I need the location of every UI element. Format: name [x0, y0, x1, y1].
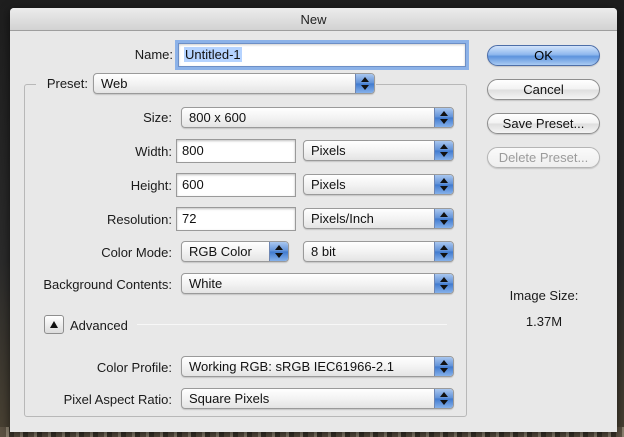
height-unit-value: Pixels [311, 177, 346, 192]
pixel-aspect-ratio-select[interactable]: Square Pixels [181, 388, 454, 409]
background-contents-label: Background Contents: [43, 277, 172, 292]
bit-depth-select[interactable]: 8 bit [303, 241, 454, 262]
chevron-updown-icon [434, 274, 453, 293]
color-profile-value: Working RGB: sRGB IEC61966-2.1 [189, 359, 394, 374]
delete-preset-button[interactable]: Delete Preset... [487, 147, 600, 168]
bit-depth-value: 8 bit [311, 244, 336, 259]
new-document-dialog: New Name: Untitled-1 Preset: Web Size: 8… [10, 8, 617, 432]
resolution-label: Resolution: [106, 212, 172, 227]
resolution-unit-select[interactable]: Pixels/Inch [303, 208, 454, 229]
background-contents-value: White [189, 276, 223, 291]
image-size-label: Image Size: [509, 288, 579, 303]
size-label: Size: [143, 110, 172, 125]
color-mode-select[interactable]: RGB Color [181, 241, 289, 262]
color-profile-label: Color Profile: [96, 360, 172, 375]
size-select-value: 800 x 600 [189, 110, 247, 125]
color-mode-label: Color Mode: [101, 245, 172, 260]
name-field[interactable]: Untitled-1 [178, 43, 466, 67]
background-contents-select[interactable]: White [181, 273, 454, 294]
name-field-value: Untitled-1 [184, 47, 242, 62]
ok-button[interactable]: OK [487, 45, 600, 66]
save-preset-button[interactable]: Save Preset... [487, 113, 600, 134]
chevron-updown-icon [434, 389, 453, 408]
chevron-updown-icon [434, 209, 453, 228]
width-unit-value: Pixels [311, 143, 346, 158]
cancel-button[interactable]: Cancel [487, 79, 600, 100]
color-mode-value: RGB Color [189, 244, 252, 259]
preset-select[interactable]: Web [93, 73, 375, 94]
advanced-divider [137, 324, 447, 325]
resolution-unit-value: Pixels/Inch [311, 211, 374, 226]
height-field[interactable]: 600 [176, 173, 296, 197]
resolution-field[interactable]: 72 [176, 207, 296, 231]
pixel-aspect-ratio-label: Pixel Aspect Ratio: [63, 392, 172, 407]
color-profile-select[interactable]: Working RGB: sRGB IEC61966-2.1 [181, 356, 454, 377]
pixel-aspect-ratio-value: Square Pixels [189, 391, 270, 406]
preset-select-value: Web [101, 76, 128, 91]
chevron-updown-icon [434, 141, 453, 160]
advanced-toggle-button[interactable] [44, 315, 64, 334]
chevron-updown-icon [269, 242, 288, 261]
size-select[interactable]: 800 x 600 [181, 107, 454, 128]
height-unit-select[interactable]: Pixels [303, 174, 454, 195]
width-label: Width: [135, 144, 172, 159]
name-label: Name: [134, 47, 173, 62]
advanced-label: Advanced [70, 318, 128, 333]
image-size-value: 1.37M [525, 314, 563, 329]
dialog-title: New [10, 8, 617, 31]
chevron-updown-icon [434, 242, 453, 261]
width-unit-select[interactable]: Pixels [303, 140, 454, 161]
chevron-updown-icon [434, 357, 453, 376]
height-label: Height: [130, 178, 172, 193]
chevron-updown-icon [434, 175, 453, 194]
chevron-updown-icon [434, 108, 453, 127]
chevron-updown-icon [355, 74, 374, 93]
preset-label: Preset: [46, 76, 88, 91]
width-field[interactable]: 800 [176, 139, 296, 163]
